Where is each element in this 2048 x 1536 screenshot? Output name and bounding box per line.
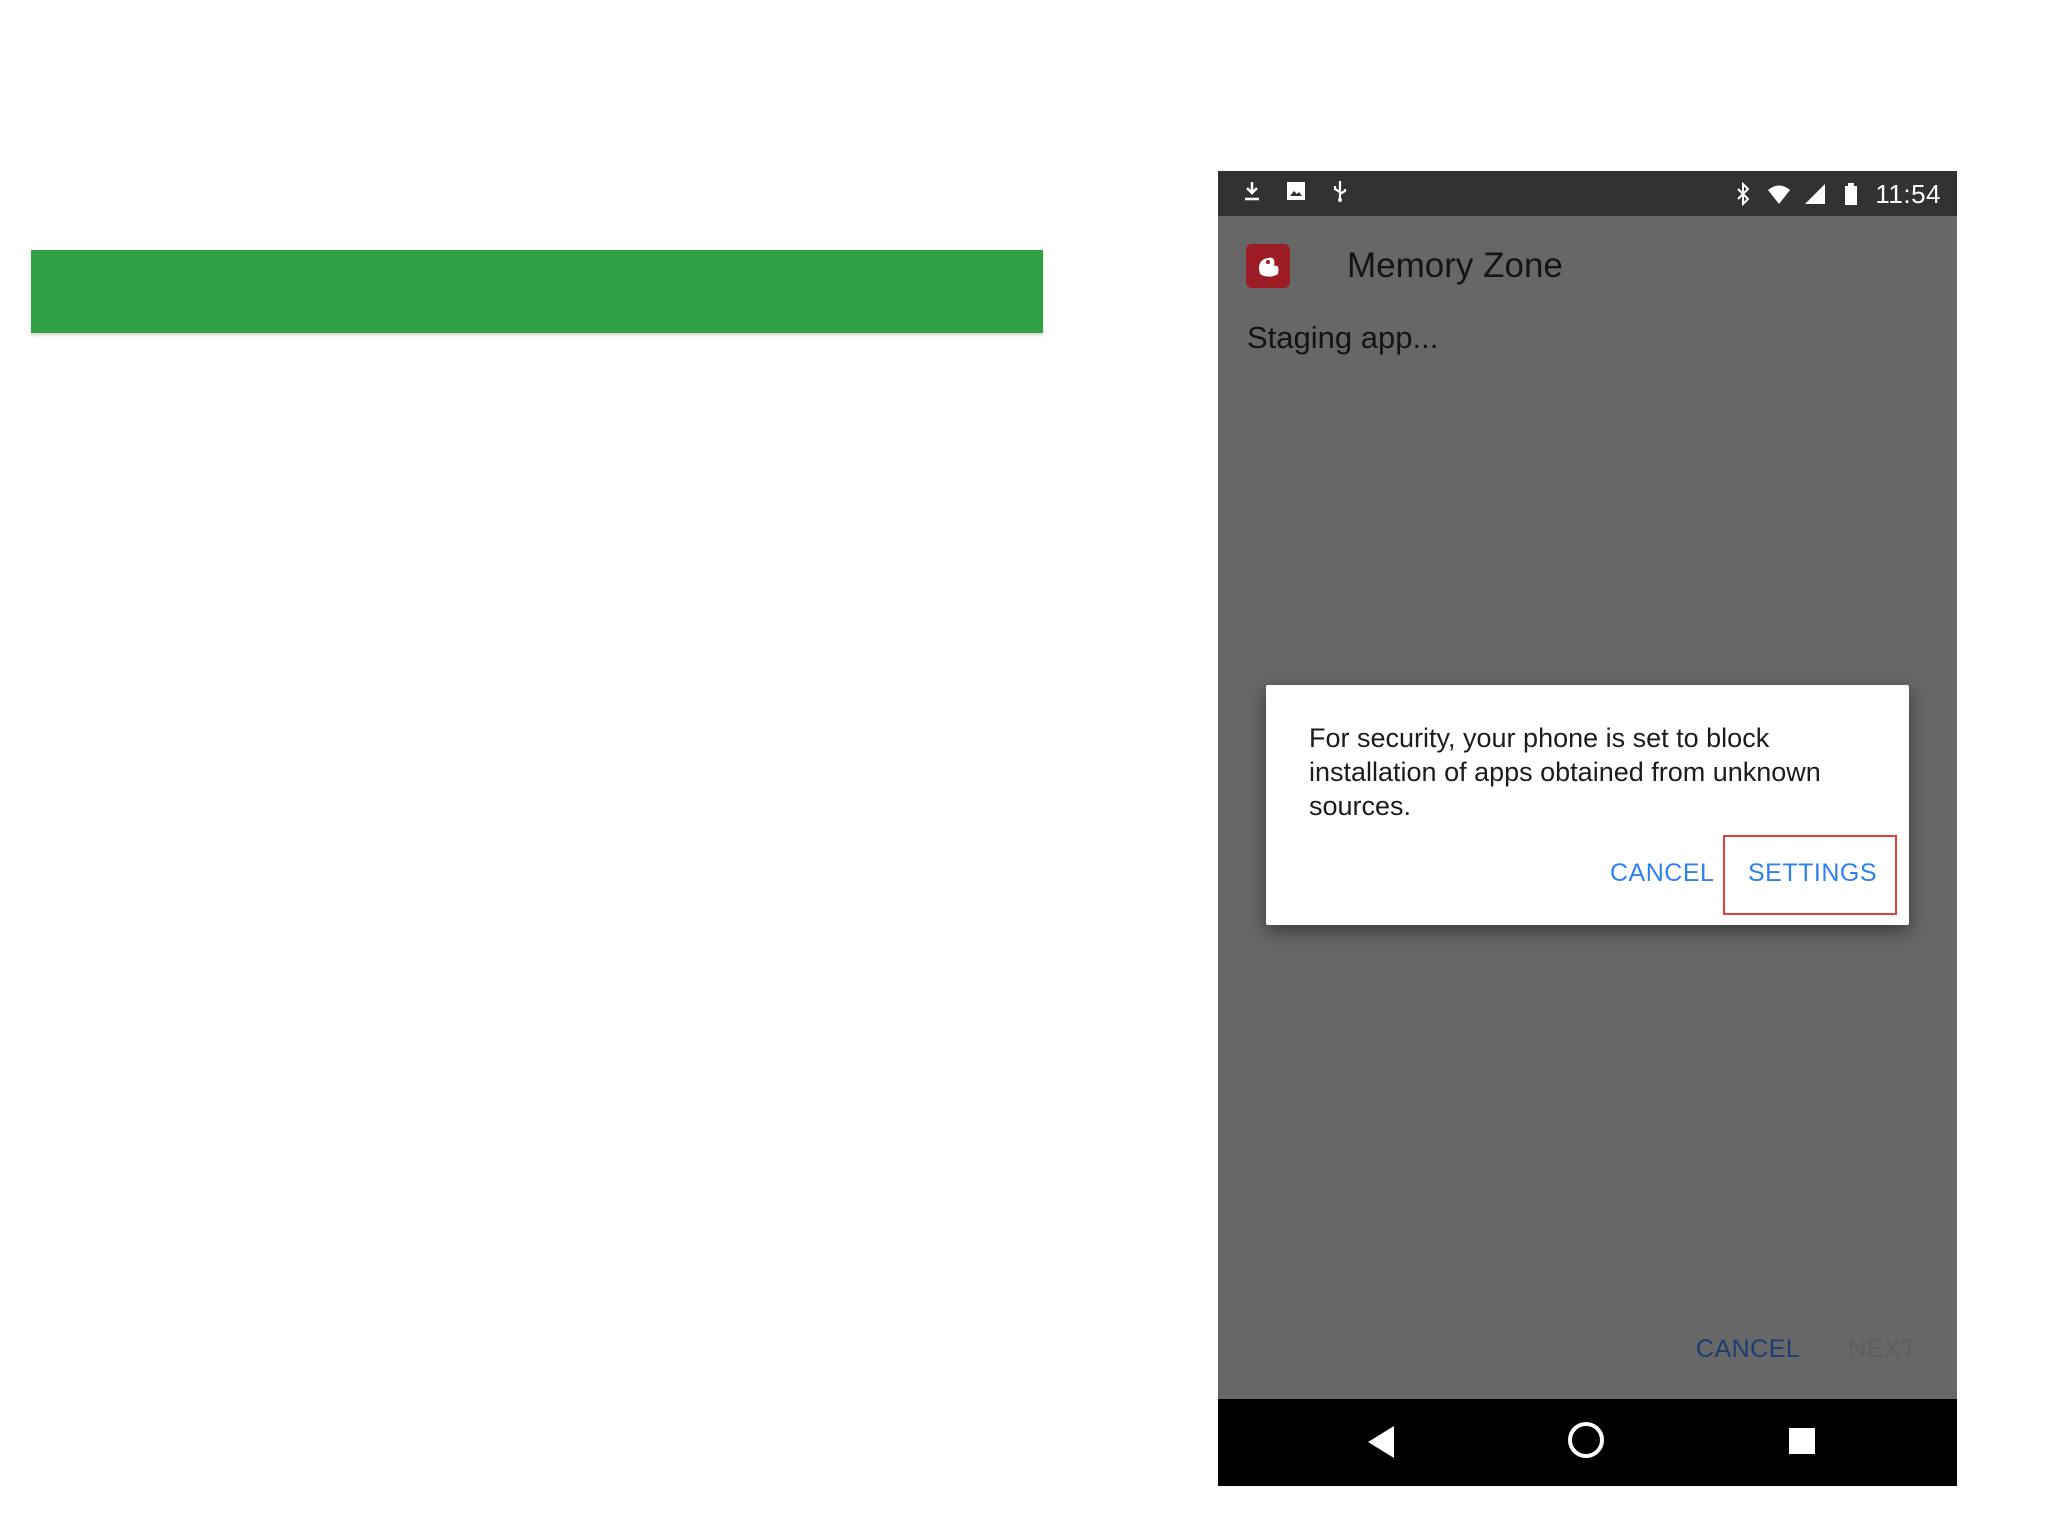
- status-bar: 11:54: [1218, 171, 1957, 216]
- green-banner: [31, 250, 1043, 333]
- app-icon: [1246, 244, 1290, 288]
- download-icon: [1245, 182, 1259, 201]
- app-header: Memory Zone Staging app...: [1218, 216, 1957, 386]
- installer-actions: CANCEL NEXT: [1696, 1335, 1917, 1364]
- status-right-icons: 11:54: [1731, 175, 1941, 213]
- unknown-sources-dialog: For security, your phone is set to block…: [1266, 685, 1909, 925]
- home-icon[interactable]: [1568, 1422, 1604, 1458]
- signal-icon: [1805, 184, 1826, 204]
- installer-next-button[interactable]: NEXT: [1848, 1335, 1917, 1364]
- app-title: Memory Zone: [1347, 246, 1563, 285]
- status-left-icons: [1240, 179, 1352, 203]
- dialog-message: For security, your phone is set to block…: [1309, 723, 1821, 821]
- staging-status-text: Staging app...: [1247, 320, 1439, 355]
- navigation-bar: [1218, 1399, 1957, 1486]
- wifi-icon: [1768, 185, 1791, 204]
- recent-apps-icon[interactable]: [1789, 1428, 1815, 1454]
- battery-icon: [1845, 183, 1858, 205]
- installer-cancel-button[interactable]: CANCEL: [1696, 1335, 1800, 1364]
- dialog-settings-button[interactable]: SETTINGS: [1748, 859, 1877, 888]
- status-time: 11:54: [1875, 178, 1941, 209]
- usb-icon: [1333, 181, 1347, 202]
- dialog-cancel-button[interactable]: CANCEL: [1610, 859, 1714, 888]
- squirrel-icon: [1259, 257, 1279, 277]
- image-icon: [1287, 182, 1305, 200]
- bluetooth-icon: [1737, 182, 1750, 206]
- back-icon[interactable]: [1368, 1426, 1394, 1458]
